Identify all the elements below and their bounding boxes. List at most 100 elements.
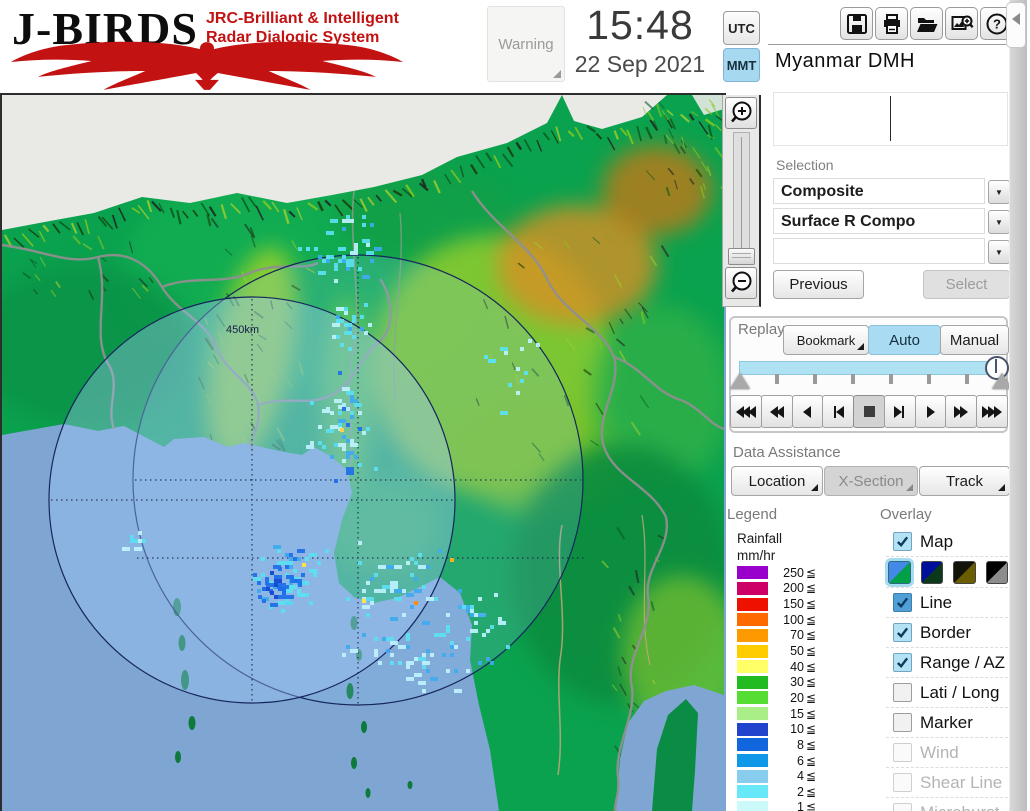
- dropdown-corner-icon: [857, 343, 864, 350]
- stop-button[interactable]: [853, 395, 885, 428]
- legend-color-chip: [737, 707, 768, 721]
- selection-label: Selection: [776, 157, 834, 173]
- zoom-slider-handle[interactable]: [728, 248, 755, 265]
- dropdown-2-arrow-button[interactable]: ▼: [988, 210, 1010, 234]
- replay-label: Replay: [738, 321, 785, 338]
- legend-value: 30: [790, 675, 804, 690]
- zoom-out-button[interactable]: [725, 267, 757, 299]
- legend-color-chip: [737, 597, 768, 611]
- print-button[interactable]: [875, 7, 908, 40]
- select-button[interactable]: Select: [923, 270, 1010, 299]
- step-forward-button[interactable]: [883, 395, 916, 428]
- zoom-slider-track[interactable]: [733, 132, 750, 264]
- play-button[interactable]: [914, 395, 947, 428]
- dropdown-3-arrow-button[interactable]: ▼: [988, 240, 1010, 264]
- open-file-button[interactable]: [910, 7, 943, 40]
- overlay-item-label: Marker: [920, 712, 973, 732]
- zoom-in-button[interactable]: [725, 97, 757, 129]
- unchecked-checkbox: [893, 743, 912, 762]
- info-box-divider: [890, 96, 891, 141]
- bookmark-button[interactable]: Bookmark: [783, 325, 869, 355]
- checked-checkbox[interactable]: [893, 653, 912, 672]
- overlay-item-shear-line: Shear Line: [886, 768, 1008, 798]
- slider-tick: [851, 374, 855, 384]
- overlay-item-label: Wind: [920, 742, 959, 762]
- legend-lte-symbol: ≦: [806, 706, 817, 721]
- stop-icon: [863, 406, 875, 417]
- legend-value: 50: [790, 644, 804, 659]
- selection-dropdown-3[interactable]: [773, 238, 985, 264]
- legend-color-chip: [737, 738, 768, 752]
- legend-row: 100 ≦: [737, 612, 823, 628]
- replay-slider-track[interactable]: [739, 361, 997, 375]
- utc-button[interactable]: UTC: [723, 11, 760, 45]
- legend-color-chip: [737, 785, 768, 799]
- legend-color-chip: [737, 754, 768, 767]
- fast-forward-2-button[interactable]: [945, 395, 978, 428]
- panel-side-strip[interactable]: [1009, 0, 1027, 811]
- legend-row: 250 ≦: [737, 565, 823, 581]
- fast-rewind-2-button[interactable]: [760, 395, 793, 428]
- overlay-item-border: Border: [886, 618, 1008, 648]
- unchecked-checkbox: [893, 803, 912, 811]
- legend-value: 10: [790, 722, 804, 737]
- collapse-panel-tab[interactable]: [1006, 2, 1026, 48]
- fast-forward-3-button[interactable]: [976, 395, 1009, 428]
- legend-row: 8 ≦: [737, 737, 823, 753]
- dropdown-corner-icon: [906, 484, 913, 491]
- checked-checkbox[interactable]: [893, 623, 912, 642]
- selection-dropdown-2[interactable]: Surface R Compo: [773, 208, 985, 234]
- capture-button[interactable]: [945, 7, 978, 40]
- play-icon: [926, 405, 935, 418]
- location-button[interactable]: Location: [731, 466, 823, 496]
- overlay-item-label: Range / AZ: [920, 652, 1006, 672]
- overlay-item-wind: Wind: [886, 738, 1008, 768]
- slider-tick: [889, 374, 893, 384]
- unchecked-checkbox[interactable]: [893, 713, 912, 732]
- legend-color-chip: [737, 691, 768, 705]
- legend-value: 20: [790, 690, 804, 705]
- legend-value: 1: [797, 800, 804, 811]
- selection-dropdown-1[interactable]: Composite: [773, 178, 985, 204]
- eagle-logo-icon: [10, 41, 404, 90]
- help-icon: ?: [986, 13, 1007, 34]
- map-style-swatch-selected[interactable]: [888, 560, 911, 584]
- map-style-swatch[interactable]: [953, 560, 976, 584]
- auto-button[interactable]: Auto: [868, 325, 941, 355]
- legend-lte-symbol: ≦: [806, 769, 817, 784]
- legend-value: 2: [797, 784, 804, 799]
- map-style-swatch[interactable]: [920, 560, 943, 584]
- legend-color-chip: [737, 660, 768, 674]
- overlay-item-microburst: Microburst: [886, 798, 1008, 811]
- fast-forward-3-icon: [994, 405, 1003, 418]
- fast-rewind-3-button[interactable]: [730, 395, 762, 428]
- legend-lte-symbol: ≦: [806, 644, 817, 659]
- checked-checkbox[interactable]: [893, 593, 912, 612]
- xsection-button[interactable]: X-Section: [824, 466, 918, 496]
- legend-row: 10 ≦: [737, 721, 823, 737]
- mmt-button[interactable]: MMT: [723, 48, 760, 82]
- legend-lte-symbol: ≦: [806, 800, 817, 811]
- overlay-item-label: Line: [920, 592, 953, 612]
- save-button[interactable]: [840, 7, 873, 40]
- previous-button[interactable]: Previous: [773, 270, 864, 299]
- legend-value: 40: [790, 659, 804, 674]
- play-reverse-button[interactable]: [791, 395, 824, 428]
- overlay-item-range-az: Range / AZ: [886, 648, 1008, 678]
- legend-row: 30 ≦: [737, 674, 823, 690]
- map-style-swatch[interactable]: [985, 560, 1008, 584]
- manual-button[interactable]: Manual: [940, 325, 1009, 355]
- map-zoom-control: [722, 95, 761, 307]
- unchecked-checkbox: [893, 773, 912, 792]
- step-back-button[interactable]: [822, 395, 855, 428]
- radar-map[interactable]: 450km: [0, 93, 742, 811]
- overlay-item-label: Shear Line: [920, 772, 1003, 792]
- overlay-item-label: Lati / Long: [920, 682, 1000, 702]
- capture-icon: [951, 15, 974, 30]
- checked-checkbox[interactable]: [893, 532, 912, 551]
- dropdown-1-arrow-button[interactable]: ▼: [988, 180, 1010, 204]
- unchecked-checkbox[interactable]: [893, 683, 912, 702]
- rainfall-legend: 250 ≦ 200 ≦ 150 ≦ 100 ≦ 70 ≦ 50 ≦ 40 ≦ 30 ≦ 20 ≦ 15 ≦ 10 ≦ 8 ≦ 6…: [737, 565, 823, 811]
- track-button[interactable]: Track: [919, 466, 1010, 496]
- clock-time: 15:48: [586, 2, 694, 48]
